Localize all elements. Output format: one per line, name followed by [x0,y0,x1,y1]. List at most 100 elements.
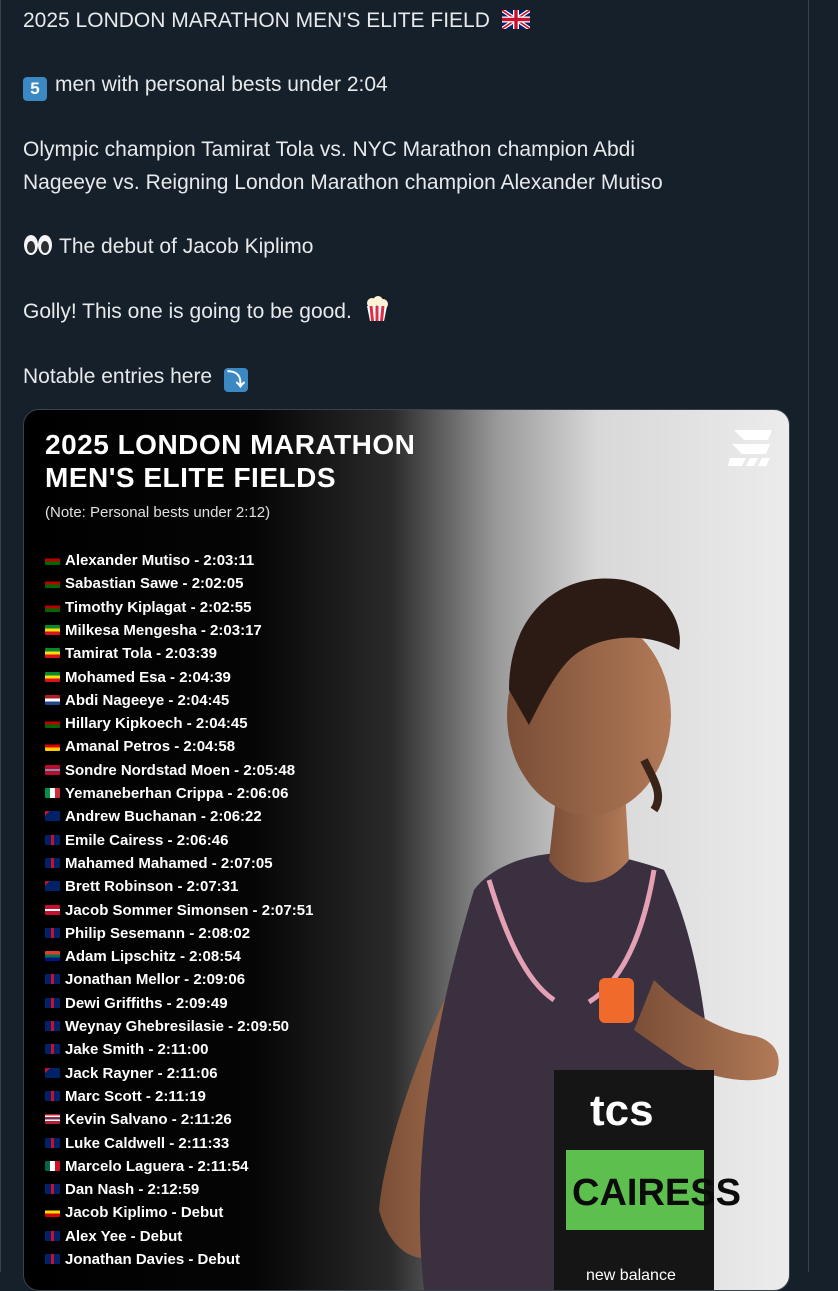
entry-text: Jonathan Mellor - 2:09:06 [65,971,246,989]
entry-row: Adam Lipschitz - 2:08:54 [45,945,241,968]
tweet-pbs-line: 5 men with personal bests under 2:04 [23,68,388,101]
entry-row: Jacob Sommer Simonsen - 2:07:51 [45,899,313,922]
entry-row: Sondre Nordstad Moen - 2:05:48 [45,759,295,782]
country-flag-icon [45,601,60,612]
tweet-golly-line: Golly! This one is going to be good. [23,295,390,328]
entry-text: Mohamed Esa - 2:04:39 [65,668,231,686]
country-flag-icon [45,811,60,822]
entry-row: Mohamed Esa - 2:04:39 [45,666,231,689]
entry-text: Dan Nash - 2:12:59 [65,1181,200,1199]
entry-row: Timothy Kiplagat - 2:02:55 [45,596,251,619]
entry-row: Jake Smith - 2:11:00 [45,1038,208,1061]
country-flag-icon [45,788,60,798]
country-flag-icon [45,997,60,1008]
entry-text: Emile Cairess - 2:06:46 [65,831,229,849]
country-flag-icon [45,718,60,729]
uk-flag-icon [501,10,530,29]
country-flag-icon [45,1254,60,1264]
entry-text: Adam Lipschitz - 2:08:54 [65,948,241,966]
entry-row: Dan Nash - 2:12:59 [45,1178,199,1201]
entry-text: Jacob Sommer Simonsen - 2:07:51 [65,901,314,919]
country-flag-icon [45,1160,60,1171]
country-flag-icon [45,1067,60,1078]
country-flag-icon [45,904,60,915]
sidebar-edge [809,0,838,1272]
entry-text: Luke Caldwell - 2:11:33 [65,1134,230,1152]
entry-row: Andrew Buchanan - 2:06:22 [45,805,262,828]
entry-text: Amanal Petros - 2:04:58 [65,738,236,756]
tweet-notable-line: Notable entries here ⤵ [23,360,248,393]
entry-text: Tamirat Tola - 2:03:39 [65,645,217,663]
entry-row: Hillary Kipkoech - 2:04:45 [45,712,248,735]
svg-text:tcs: tcs [590,1086,654,1135]
entry-row: Luke Caldwell - 2:11:33 [45,1132,229,1155]
timeline-left-border [0,0,1,1272]
entry-row: Dewi Griffiths - 2:09:49 [45,992,228,1015]
country-flag-icon [45,1137,60,1148]
country-flag-icon [45,1230,60,1241]
country-flag-icon [45,834,60,845]
country-flag-icon [45,1044,60,1055]
country-flag-icon [45,764,60,775]
entry-text: Milkesa Mengesha - 2:03:17 [65,621,262,639]
country-flag-icon [45,881,60,892]
entry-row: Emile Cairess - 2:06:46 [45,829,228,852]
entry-text: Andrew Buchanan - 2:06:22 [65,808,262,826]
entry-row: Kevin Salvano - 2:11:26 [45,1108,232,1131]
entry-row: Marcelo Laguera - 2:11:54 [45,1155,248,1178]
tweet-debut-line: The debut of Jacob Kiplimo [23,230,313,263]
country-flag-icon [45,927,60,938]
country-flag-icon [45,1114,60,1125]
entry-row: Sabastian Sawe - 2:02:05 [45,572,243,595]
entry-text: Dewi Griffiths - 2:09:49 [65,994,228,1012]
entry-text: Alex Yee - Debut [65,1227,183,1245]
entry-text: Sondre Nordstad Moen - 2:05:48 [65,761,296,779]
keycap-five-icon: 5 [23,77,47,101]
entry-text: Kevin Salvano - 2:11:26 [65,1111,232,1129]
entry-text: Mahamed Mahamed - 2:07:05 [65,854,273,872]
entry-row: Mahamed Mahamed - 2:07:05 [45,852,273,875]
entry-row: Marc Scott - 2:11:19 [45,1085,206,1108]
popcorn-icon [366,296,388,322]
entry-row: Jonathan Davies - Debut [45,1248,240,1271]
entry-text: Timothy Kiplagat - 2:02:55 [65,598,252,616]
card-note: (Note: Personal bests under 2:12) [45,504,271,521]
country-flag-icon [45,974,60,985]
entry-row: Tamirat Tola - 2:03:39 [45,642,217,665]
card-title: 2025 LONDON MARATHON MEN'S ELITE FIELDS [45,429,416,493]
entry-row: Jonathan Mellor - 2:09:06 [45,968,245,991]
tweet-rivalry-line-2: Nageeye vs. Reigning London Marathon cha… [23,171,663,194]
country-flag-icon [45,648,60,659]
entry-text: Sabastian Sawe - 2:02:05 [65,575,244,593]
country-flag-icon [45,741,60,752]
country-flag-icon [45,1090,60,1101]
entry-text: Jonathan Davies - Debut [65,1251,241,1268]
entry-text: Jake Smith - 2:11:00 [65,1041,209,1059]
brand-logo-icon [728,430,772,466]
country-flag-icon [45,671,60,682]
entry-text: Weynay Ghebresilasie - 2:09:50 [65,1018,290,1035]
entry-text: Marc Scott - 2:11:19 [65,1087,206,1105]
entry-row: Alex Yee - Debut [45,1225,182,1248]
country-flag-icon [45,951,60,962]
entry-text: Hillary Kipkoech - 2:04:45 [65,715,248,733]
entry-row: Weynay Ghebresilasie - 2:09:50 [45,1015,289,1038]
entry-row: Jacob Kiplimo - Debut [45,1201,223,1224]
country-flag-icon [45,857,60,868]
entry-text: Brett Robinson - 2:07:31 [65,878,239,896]
race-bib: tcs CAIRESS new balance [554,1070,741,1290]
country-flag-icon [45,694,60,705]
country-flag-icon [45,1184,60,1195]
entry-text: Abdi Nageeye - 2:04:45 [65,691,230,709]
entry-row: Milkesa Mengesha - 2:03:17 [45,619,262,642]
country-flag-icon [45,624,60,635]
entry-row: Amanal Petros - 2:04:58 [45,735,235,758]
media-image-card[interactable]: tcs CAIRESS new balance 2025 LONDON MARA… [23,409,790,1291]
entry-row: Yemaneberhan Crippa - 2:06:06 [45,782,288,805]
tweet-rivalry-line-1: Olympic champion Tamirat Tola vs. NYC Ma… [23,138,635,161]
entry-row: Brett Robinson - 2:07:31 [45,875,238,898]
arrow-down-right-icon: ⤵ [223,368,248,392]
country-flag-icon [45,578,60,589]
svg-text:new balance: new balance [586,1267,676,1284]
country-flag-icon [45,1207,60,1218]
